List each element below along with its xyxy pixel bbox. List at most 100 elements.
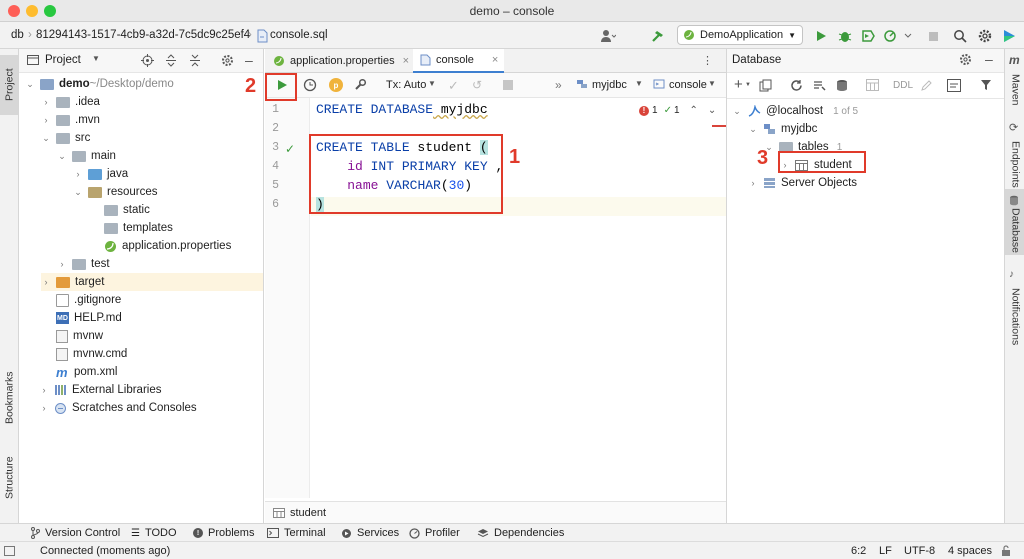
- tree-item-resources[interactable]: ⌄ resources: [73, 183, 157, 201]
- settings-gear-icon[interactable]: [977, 28, 993, 44]
- db-tree-myjdbc[interactable]: ⌄ myjdbc: [748, 120, 817, 138]
- refresh-icon[interactable]: [790, 79, 803, 92]
- inspection-widget[interactable]: ! 1 ✓ 1 ⌃ ⌄: [639, 105, 716, 116]
- chevron-down-icon[interactable]: ▼: [92, 54, 100, 63]
- sql-file-icon: [254, 28, 270, 44]
- tab-terminal[interactable]: Terminal: [267, 527, 326, 539]
- jetbrains-logo-icon[interactable]: [1001, 28, 1017, 44]
- status-message[interactable]: Connected (moments ago): [40, 545, 170, 557]
- commit-check-icon[interactable]: ✓: [448, 78, 459, 94]
- schema-selector[interactable]: myjdbc: [592, 79, 627, 91]
- settings-gear-icon[interactable]: [221, 54, 234, 67]
- more-actions-icon[interactable]: »: [555, 78, 562, 92]
- db-tree-server-objects[interactable]: › Server Objects: [748, 174, 858, 192]
- hide-panel-icon[interactable]: –: [985, 52, 993, 66]
- tab-application-properties[interactable]: application.properties ×: [267, 49, 415, 73]
- tab-dependencies[interactable]: Dependencies: [477, 527, 564, 539]
- indent-setting[interactable]: 4 spaces: [948, 545, 992, 557]
- bookmarks-tool-tab[interactable]: Bookmarks: [2, 367, 17, 429]
- editor-footer-label[interactable]: student: [290, 507, 326, 519]
- tree-item-external-libraries[interactable]: › External Libraries: [39, 381, 162, 399]
- tree-item-application-properties[interactable]: application.properties: [104, 237, 231, 255]
- tree-item-templates[interactable]: templates: [104, 219, 173, 237]
- tree-item-mvn[interactable]: › .mvn: [41, 111, 100, 129]
- coverage-icon[interactable]: [860, 28, 876, 44]
- history-clock-icon[interactable]: [303, 78, 317, 92]
- search-icon[interactable]: [952, 28, 968, 44]
- user-icon[interactable]: [600, 28, 616, 44]
- stop-icon[interactable]: [925, 28, 941, 44]
- run-icon[interactable]: [813, 28, 829, 44]
- explain-plan-icon[interactable]: p: [329, 78, 343, 92]
- tab-services[interactable]: Services: [341, 527, 399, 539]
- database-tool-tab[interactable]: Database: [1008, 207, 1023, 253]
- profile-icon[interactable]: [882, 28, 898, 44]
- tree-item-pom-xml[interactable]: m pom.xml: [56, 363, 117, 381]
- caret-position[interactable]: 6:2: [851, 545, 866, 557]
- breadcrumb-file[interactable]: console.sql: [270, 29, 328, 41]
- more-run-options-icon[interactable]: [900, 28, 916, 44]
- tree-item-static[interactable]: static: [104, 201, 150, 219]
- db-tree-localhost[interactable]: ⌄ @localhost 1 of 5: [732, 102, 858, 120]
- tree-item-target[interactable]: › target: [41, 273, 263, 291]
- debug-bug-icon[interactable]: [837, 28, 853, 44]
- edit-icon[interactable]: [920, 79, 933, 92]
- lock-icon[interactable]: [1001, 545, 1011, 557]
- tree-item-main[interactable]: ⌄ main: [57, 147, 116, 165]
- stop-icon[interactable]: [503, 80, 513, 90]
- wrench-icon[interactable]: [353, 78, 367, 92]
- line-separator[interactable]: LF: [879, 545, 892, 557]
- tab-problems[interactable]: ! Problems: [193, 527, 254, 539]
- tree-item-gitignore[interactable]: .gitignore: [56, 291, 121, 309]
- close-tab-icon[interactable]: ×: [492, 54, 498, 66]
- tree-item-java[interactable]: › java: [73, 165, 129, 183]
- ddl-button[interactable]: DDL: [893, 80, 913, 91]
- transaction-mode-dropdown[interactable]: Tx: Auto: [386, 79, 426, 91]
- project-tool-tab[interactable]: Project: [2, 59, 17, 111]
- tab-console[interactable]: console ×: [413, 49, 505, 73]
- structure-tool-tab[interactable]: Structure: [2, 449, 17, 507]
- close-tab-icon[interactable]: ×: [403, 55, 409, 67]
- tree-item-demo[interactable]: ⌄ demo ~/Desktop/demo: [25, 75, 174, 93]
- chevron-up-icon[interactable]: ⌃: [690, 105, 698, 116]
- select-opened-file-icon[interactable]: [141, 54, 154, 67]
- maven-tool-tab[interactable]: Maven: [1008, 69, 1023, 111]
- filter-icon[interactable]: [980, 79, 992, 91]
- tab-version-control[interactable]: Version Control: [30, 527, 120, 539]
- endpoints-tool-tab[interactable]: Endpoints: [1008, 135, 1023, 193]
- table-view-icon[interactable]: [866, 79, 879, 91]
- error-stripe-marker[interactable]: [712, 125, 726, 127]
- add-icon[interactable]: +: [734, 77, 743, 92]
- build-hammer-icon[interactable]: [650, 28, 666, 44]
- copy-icon[interactable]: [759, 79, 772, 92]
- rollback-icon[interactable]: ↺: [472, 78, 482, 92]
- statement-ok-check-icon[interactable]: ✓: [285, 142, 295, 156]
- tree-item-idea[interactable]: › .idea: [41, 93, 100, 111]
- session-selector[interactable]: console: [669, 79, 707, 91]
- datasource-properties-icon[interactable]: [813, 79, 826, 92]
- code-line-1[interactable]: CREATE DATABASE myjdbc: [316, 102, 488, 117]
- expand-all-icon[interactable]: [165, 54, 177, 67]
- run-configuration-selector[interactable]: DemoApplication ▼: [677, 25, 803, 45]
- tree-item-mvnw[interactable]: mvnw: [56, 327, 103, 345]
- tab-profiler[interactable]: Profiler: [409, 527, 460, 539]
- database-cylinder-icon[interactable]: [836, 79, 848, 92]
- breadcrumb-root[interactable]: db: [11, 29, 24, 41]
- tree-item-test[interactable]: › test: [57, 255, 110, 273]
- file-encoding[interactable]: UTF-8: [904, 545, 935, 557]
- settings-gear-icon[interactable]: [959, 53, 972, 66]
- tree-item-src[interactable]: ⌄ src: [41, 129, 90, 147]
- status-toggle-icon[interactable]: [4, 546, 15, 556]
- query-console-icon[interactable]: [947, 79, 961, 92]
- collapse-all-icon[interactable]: [189, 54, 201, 67]
- hide-panel-icon[interactable]: –: [245, 53, 253, 67]
- more-tabs-icon[interactable]: ⋮: [702, 54, 713, 67]
- notifications-tool-tab[interactable]: Notifications: [1008, 285, 1023, 349]
- breadcrumb-id[interactable]: 81294143-1517-4cb9-a32d-7c5dc9c25ef4: [36, 29, 250, 41]
- project-panel-title[interactable]: Project: [45, 54, 81, 66]
- tree-item-scratches[interactable]: › Scratches and Consoles: [39, 399, 197, 417]
- tree-item-help-md[interactable]: MD HELP.md: [56, 309, 122, 327]
- chevron-down-icon[interactable]: ⌄: [708, 105, 716, 116]
- tab-todo[interactable]: ☰ TODO: [131, 527, 177, 539]
- tree-item-mvnw-cmd[interactable]: mvnw.cmd: [56, 345, 127, 363]
